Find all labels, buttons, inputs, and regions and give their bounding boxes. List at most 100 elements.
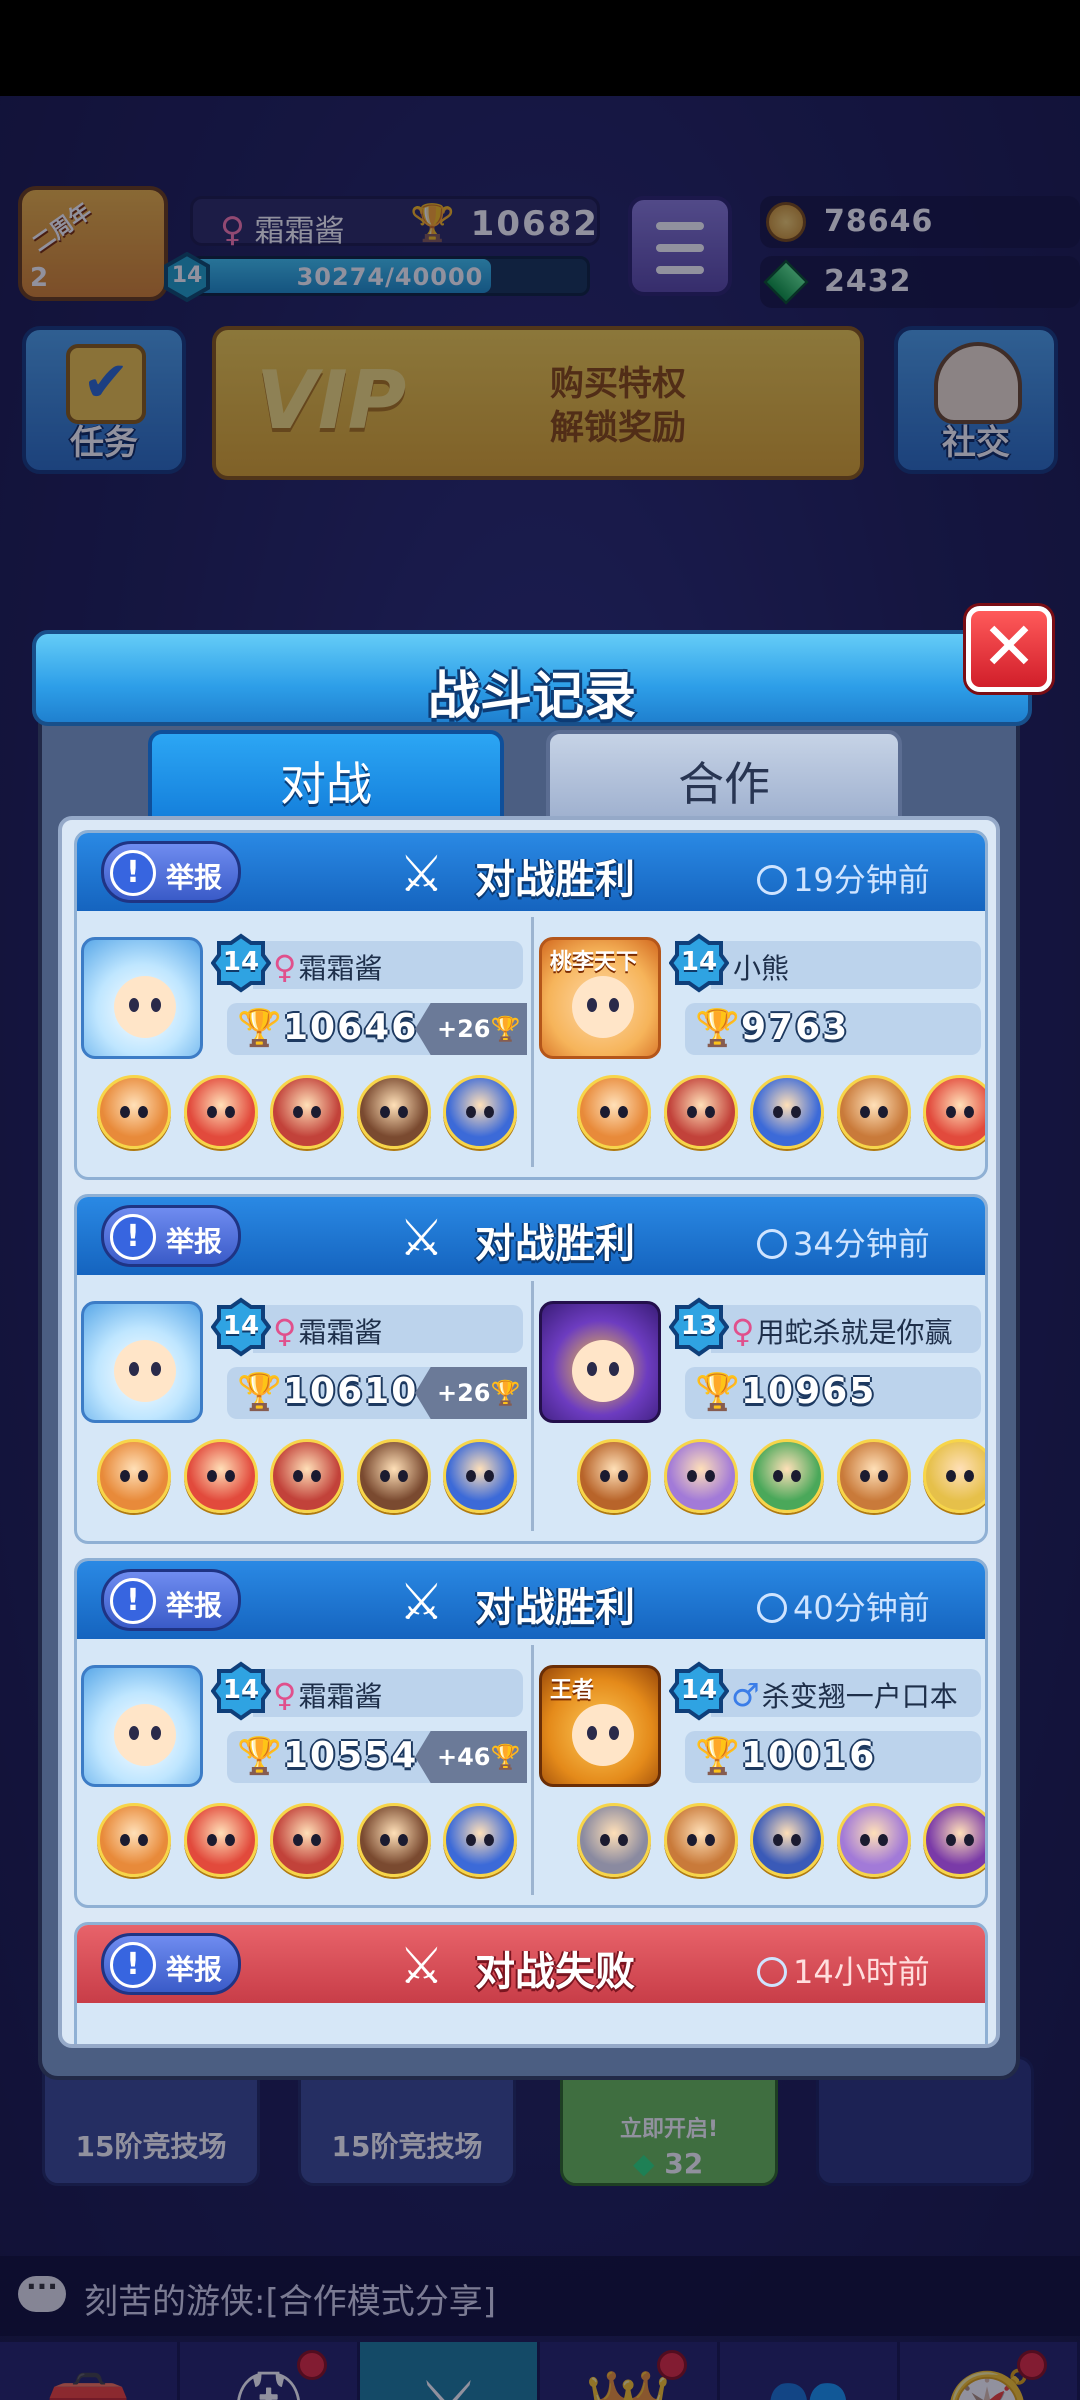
report-button[interactable]: ! 举报 bbox=[101, 841, 241, 903]
hero-icon bbox=[97, 1075, 171, 1149]
player-avatar[interactable] bbox=[81, 1665, 203, 1787]
hero-icon bbox=[97, 1439, 171, 1513]
gender-icon: ♀ bbox=[273, 1312, 297, 1350]
battle-record[interactable]: ! 举报 ⚔ 对战胜利 34分钟前 14 ♀霜霜酱 🏆 10610 +26🏆 1… bbox=[74, 1194, 988, 1544]
player-avatar[interactable] bbox=[81, 937, 203, 1059]
hero-icon bbox=[443, 1803, 517, 1877]
opponent-side: 王者 14 ♂杀变翘一户口本 🏆 10016 bbox=[535, 1647, 985, 1897]
battle-time: 14小时前 bbox=[757, 1947, 930, 1993]
battle-time: 19分钟前 bbox=[757, 855, 930, 901]
crossed-swords-icon: ⚔ bbox=[399, 1573, 444, 1631]
hero-icon bbox=[663, 1439, 738, 1513]
player-avatar[interactable] bbox=[81, 1301, 203, 1423]
opponent-avatar[interactable]: 桃李天下 bbox=[539, 937, 661, 1059]
battle-result: 对战失败 bbox=[475, 1949, 635, 1995]
level-badge: 14 bbox=[210, 1297, 272, 1357]
hero-icon bbox=[836, 1439, 911, 1513]
hero-icon bbox=[663, 1803, 738, 1877]
trophy-count: 10610 bbox=[283, 1371, 419, 1412]
shield-icon: ! bbox=[110, 1214, 156, 1260]
battle-record[interactable]: ! 举报 ⚔ 对战失败 14小时前 bbox=[74, 1922, 988, 2044]
player-name: ♀用蛇杀就是你赢 bbox=[731, 1312, 953, 1350]
crossed-swords-icon: ⚔ bbox=[399, 1209, 444, 1267]
hero-icon bbox=[356, 1075, 431, 1149]
player-name: ♀霜霜酱 bbox=[273, 948, 383, 986]
trophy-count: 10965 bbox=[741, 1371, 877, 1412]
hero-icon bbox=[750, 1075, 824, 1149]
level-badge: 14 bbox=[210, 1661, 272, 1721]
hero-icon bbox=[183, 1075, 258, 1149]
record-list[interactable]: ! 举报 ⚔ 对战胜利 19分钟前 14 ♀霜霜酱 🏆 10646 +26🏆 桃… bbox=[58, 816, 1000, 2048]
level-badge: 14 bbox=[668, 933, 730, 993]
clock-icon bbox=[757, 1957, 787, 1987]
clock-icon bbox=[757, 1593, 787, 1623]
record-header: ! 举报 ⚔ 对战失败 14小时前 bbox=[77, 1925, 985, 2003]
level-badge: 13 bbox=[668, 1297, 730, 1357]
hero-icon bbox=[750, 1439, 824, 1513]
trophy-delta: +26🏆 bbox=[437, 1379, 521, 1407]
hero-lineup bbox=[97, 1803, 517, 1883]
close-button[interactable]: ✕ bbox=[966, 606, 1052, 692]
gender-icon: ♂ bbox=[731, 1676, 760, 1714]
trophy-icon: 🏆 bbox=[237, 1008, 282, 1049]
trophy-icon: 🏆 bbox=[237, 1372, 282, 1413]
hero-icon bbox=[183, 1439, 258, 1513]
hero-icon bbox=[270, 1803, 344, 1877]
hero-lineup bbox=[97, 1075, 517, 1155]
hero-icon bbox=[750, 1803, 824, 1877]
trophy-icon: 🏆 bbox=[695, 1372, 740, 1413]
gender-icon: ♀ bbox=[731, 1312, 755, 1350]
opponent-avatar[interactable] bbox=[539, 1301, 661, 1423]
player-name: ♀霜霜酱 bbox=[273, 1676, 383, 1714]
opponent-side: 13 ♀用蛇杀就是你赢 🏆 10965 bbox=[535, 1283, 985, 1533]
trophy-count: 10554 bbox=[283, 1735, 419, 1776]
trophy-icon: 🏆 bbox=[237, 1736, 282, 1777]
player-side: 14 ♀霜霜酱 🏆 10646 +26🏆 bbox=[77, 919, 527, 1169]
hero-icon bbox=[443, 1075, 517, 1149]
hero-icon bbox=[183, 1803, 258, 1877]
gender-icon: ♀ bbox=[273, 948, 297, 986]
record-header: ! 举报 ⚔ 对战胜利 34分钟前 bbox=[77, 1197, 985, 1275]
gender-icon: ♀ bbox=[273, 1676, 297, 1714]
clock-icon bbox=[757, 1229, 787, 1259]
hero-icon bbox=[97, 1803, 171, 1877]
player-name: ♀霜霜酱 bbox=[273, 1312, 383, 1350]
opponent-avatar[interactable]: 王者 bbox=[539, 1665, 661, 1787]
hero-icon bbox=[577, 1803, 651, 1877]
player-name: ♂杀变翘一户口本 bbox=[731, 1676, 958, 1714]
battle-time: 40分钟前 bbox=[757, 1583, 930, 1629]
trophy-count: 10016 bbox=[741, 1735, 877, 1776]
hero-icon bbox=[443, 1439, 517, 1513]
battle-time: 34分钟前 bbox=[757, 1219, 930, 1265]
battle-record[interactable]: ! 举报 ⚔ 对战胜利 40分钟前 14 ♀霜霜酱 🏆 10554 +46🏆 王… bbox=[74, 1558, 988, 1908]
record-header: ! 举报 ⚔ 对战胜利 19分钟前 bbox=[77, 833, 985, 911]
battle-record[interactable]: ! 举报 ⚔ 对战胜利 19分钟前 14 ♀霜霜酱 🏆 10646 +26🏆 桃… bbox=[74, 830, 988, 1180]
report-button[interactable]: ! 举报 bbox=[101, 1569, 241, 1631]
hero-icon bbox=[923, 1075, 985, 1149]
hero-icon bbox=[577, 1439, 651, 1513]
hero-icon bbox=[836, 1803, 911, 1877]
battle-record-dialog: 战斗记录 ✕ 对战 合作 ! 举报 ⚔ 对战胜利 19分钟前 14 ♀霜霜酱 🏆… bbox=[32, 606, 1052, 2080]
hero-icon bbox=[577, 1075, 651, 1149]
hero-icon bbox=[270, 1075, 344, 1149]
crossed-swords-icon: ⚔ bbox=[399, 845, 444, 903]
crossed-swords-icon: ⚔ bbox=[399, 1937, 444, 1995]
hero-lineup bbox=[577, 1439, 985, 1519]
trophy-delta: +26🏆 bbox=[437, 1015, 521, 1043]
player-side: 14 ♀霜霜酱 🏆 10610 +26🏆 bbox=[77, 1283, 527, 1533]
hero-icon bbox=[663, 1075, 738, 1149]
shield-icon: ! bbox=[110, 1942, 156, 1988]
shield-icon: ! bbox=[110, 1578, 156, 1624]
report-button[interactable]: ! 举报 bbox=[101, 1205, 241, 1267]
trophy-count: 9763 bbox=[741, 1007, 850, 1048]
hero-lineup bbox=[577, 1803, 985, 1883]
opponent-side: 桃李天下 14 小熊 🏆 9763 bbox=[535, 919, 985, 1169]
level-badge: 14 bbox=[210, 933, 272, 993]
level-badge: 14 bbox=[668, 1661, 730, 1721]
record-header: ! 举报 ⚔ 对战胜利 40分钟前 bbox=[77, 1561, 985, 1639]
hero-icon bbox=[923, 1439, 985, 1513]
hero-lineup bbox=[577, 1075, 985, 1155]
dialog-header: 战斗记录 bbox=[32, 630, 1032, 727]
report-button[interactable]: ! 举报 bbox=[101, 1933, 241, 1995]
game-screen: 二周年 2 ♀ 霜霜酱 🏆 10682 30274/40000 14 78646… bbox=[0, 96, 1080, 2400]
